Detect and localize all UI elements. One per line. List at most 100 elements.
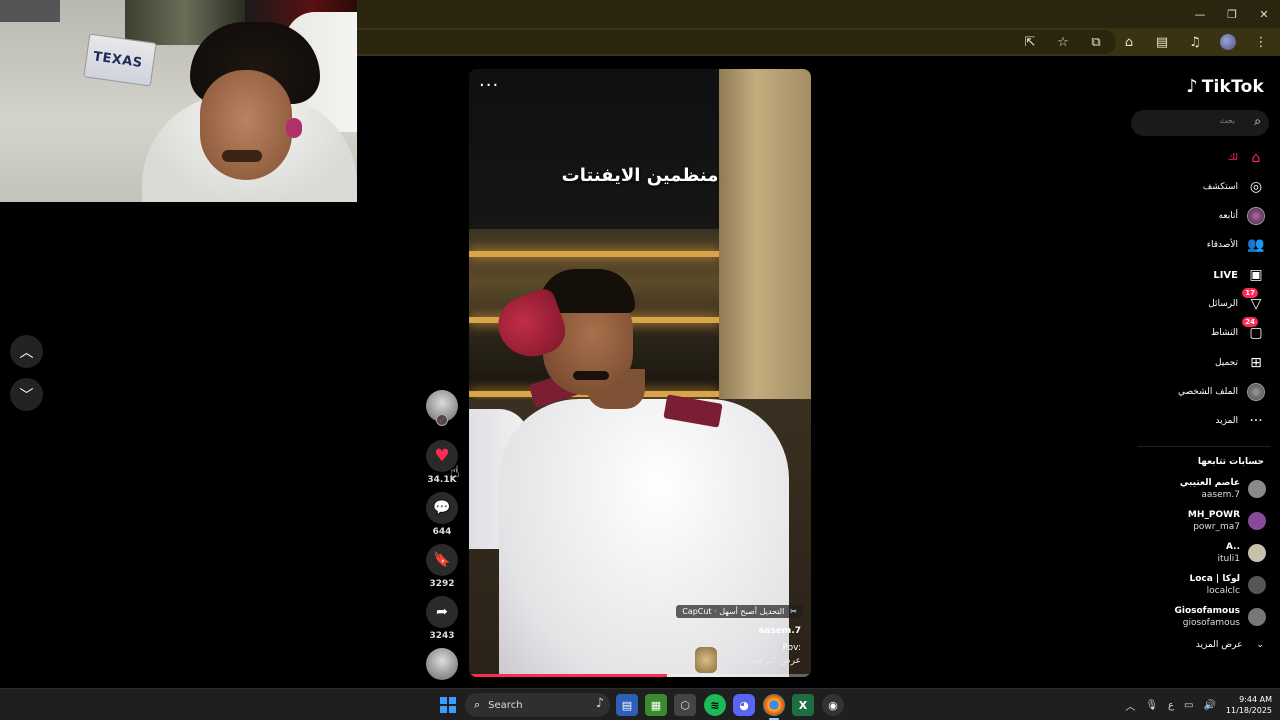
follow-check-icon[interactable]: ✓ [436, 414, 448, 426]
mouse-cursor: ☝ [450, 462, 460, 481]
browser-toolbar-icons: ⇱ ☆ ⧉ ⌂ ▤ ♫ ⋮ [1008, 28, 1272, 56]
star-icon[interactable]: ☆ [1052, 31, 1074, 53]
address-bar[interactable] [356, 30, 1116, 54]
minecraft-app-icon[interactable]: ▦ [645, 694, 667, 716]
discord-app-icon[interactable]: ◕ [733, 694, 755, 716]
nav-live[interactable]: LIVE ▣ [1213, 264, 1266, 286]
nav-label: LIVE [1213, 269, 1238, 281]
search-placeholder: بحث [1219, 116, 1235, 125]
video-player[interactable]: ··· منظمين الايفنتات CapCut · التحديل أص… [469, 69, 811, 677]
nav-activity[interactable]: النشاط ▢ 24 [1210, 317, 1266, 344]
account-name: A.. [1226, 542, 1240, 552]
taskbar-search[interactable]: ⌕ Search ♪ [465, 693, 610, 717]
sidebar-divider [1138, 446, 1270, 447]
kebab-menu-icon[interactable]: ⋮ [1250, 31, 1272, 53]
capcut-badge[interactable]: CapCut · التحديل أصبح أسهل ✂ [676, 605, 803, 618]
ime-indicator[interactable]: ع [1168, 700, 1174, 711]
profile-avatar-icon [1246, 382, 1266, 402]
video-progress-bar[interactable] [469, 674, 811, 677]
nav-upload[interactable]: تحميل ⊞ [1215, 352, 1266, 374]
compass-icon: ◎ [1249, 179, 1263, 195]
nav-following[interactable]: أتابعه [1219, 205, 1266, 227]
sidepanel-icon[interactable]: ▤ [1151, 31, 1173, 53]
clock-date: 11/18/2025 [1225, 706, 1272, 715]
clock-time: 9:44 AM [1239, 695, 1272, 704]
following-account-row[interactable]: Loca | لوكا localclc [1189, 572, 1266, 598]
video-caption-title: منظمين الايفنتات [561, 165, 719, 186]
microphone-icon[interactable]: 🎙 [1145, 700, 1158, 711]
chromecast-icon[interactable]: ⌂ [1118, 31, 1140, 53]
comment-button[interactable]: 💬 [426, 492, 458, 524]
account-name: MH_POWR [1187, 510, 1240, 520]
start-button[interactable] [440, 697, 456, 713]
translate-link[interactable]: عرض الترجمة [748, 656, 801, 666]
spotify-app-icon[interactable]: ≋ [704, 694, 726, 716]
account-handle: ituli1 [1217, 554, 1240, 564]
media-icon[interactable]: ♫ [1184, 31, 1206, 53]
nav-label: لك [1227, 153, 1238, 163]
previous-video-button[interactable]: ︿ [10, 335, 43, 368]
video-progress-fill [469, 674, 668, 677]
following-account-row[interactable]: Giosofamous giosofamous [1174, 604, 1266, 630]
excel-app-icon[interactable]: X [792, 694, 814, 716]
account-name: Loca | لوكا [1189, 574, 1240, 584]
nav-messages[interactable]: الرسائل ▽ 17 [1208, 288, 1266, 315]
avatar [1248, 544, 1266, 562]
nav-label: الأصدقاء [1206, 240, 1238, 250]
minimize-button[interactable]: — [1184, 0, 1216, 28]
nav-friends[interactable]: الأصدقاء 👥 [1207, 234, 1266, 256]
webcam-overlay: TEXAS [0, 0, 357, 202]
close-button[interactable]: ✕ [1248, 0, 1280, 28]
following-account-row[interactable]: A.. ituli1 [1218, 540, 1266, 566]
search-input[interactable]: بحث ⌕ [1131, 110, 1269, 136]
nav-label: النشاط [1210, 328, 1238, 338]
creator-avatar[interactable]: ✓ [426, 390, 458, 426]
chrome-app-icon[interactable] [763, 694, 785, 716]
following-account-row[interactable]: عاصم العتيبي aasem.7 [1180, 476, 1266, 502]
avatar [1248, 480, 1266, 498]
capcut-icon: ✂ [790, 607, 797, 616]
search-icon: ⌕ [474, 698, 481, 711]
clock[interactable]: 9:44 AM 11/18/2025 [1226, 694, 1272, 716]
share-count: 3243 [429, 631, 455, 641]
video-author[interactable]: aasem.7 [758, 626, 801, 636]
comment-icon: 💬 [433, 500, 451, 516]
taskbar-search-label: Search [488, 699, 523, 711]
home-icon: ⌂ [1251, 150, 1261, 166]
extensions-icon[interactable]: ⧉ [1085, 31, 1107, 53]
tiktok-logo[interactable]: ♪ TikTok [1186, 76, 1264, 97]
messages-badge: 17 [1242, 288, 1258, 298]
network-icon[interactable]: ▭ [1184, 700, 1193, 711]
maximize-button[interactable]: ❐ [1216, 0, 1248, 28]
nav-explore[interactable]: استكشف ◎ [1203, 176, 1266, 198]
share-button[interactable]: ➦ [426, 596, 458, 628]
search-icon[interactable]: ⌕ [1254, 114, 1261, 129]
settings-app-icon[interactable]: ⬡ [674, 694, 696, 716]
profile-icon[interactable] [1217, 31, 1239, 53]
nav-label: أتابعه [1218, 211, 1238, 221]
window-controls: — ❐ ✕ [1184, 0, 1280, 28]
messages-icon: ▽ 17 [1242, 288, 1266, 314]
video-more-options[interactable]: ··· [479, 75, 499, 96]
chevron-up-icon[interactable]: ︿ [1125, 698, 1135, 713]
following-account-row[interactable]: MH_POWR powr_ma7 [1188, 508, 1266, 534]
following-avatar-icon [1246, 206, 1266, 226]
next-video-button[interactable]: ﹀ [10, 378, 43, 411]
search-highlight-icon: ♪ [595, 696, 604, 711]
volume-icon[interactable]: 🔊 [1203, 700, 1215, 711]
show-more-button[interactable]: عرض المزيد ⌄ [1196, 640, 1264, 650]
avatar [1248, 608, 1266, 626]
cast-icon[interactable]: ⇱ [1019, 31, 1041, 53]
comment-count: 644 [432, 527, 452, 537]
sound-avatar[interactable] [426, 648, 458, 680]
save-button[interactable]: 🔖 [426, 544, 458, 576]
action-rail: ✓ ♥ 34.1K 💬 644 🔖 3292 ➦ 3243 [426, 390, 458, 680]
avatar [1248, 512, 1266, 530]
files-app-icon[interactable]: ▤ [616, 694, 638, 716]
license-plate: TEXAS [83, 33, 157, 87]
recorder-app-icon[interactable]: ◉ [822, 694, 844, 716]
nav-for-you[interactable]: لك ⌂ [1228, 147, 1266, 169]
nav-more[interactable]: المزيد ··· [1215, 410, 1266, 432]
share-icon: ➦ [436, 604, 448, 620]
nav-profile[interactable]: الملف الشخصي [1178, 381, 1266, 403]
